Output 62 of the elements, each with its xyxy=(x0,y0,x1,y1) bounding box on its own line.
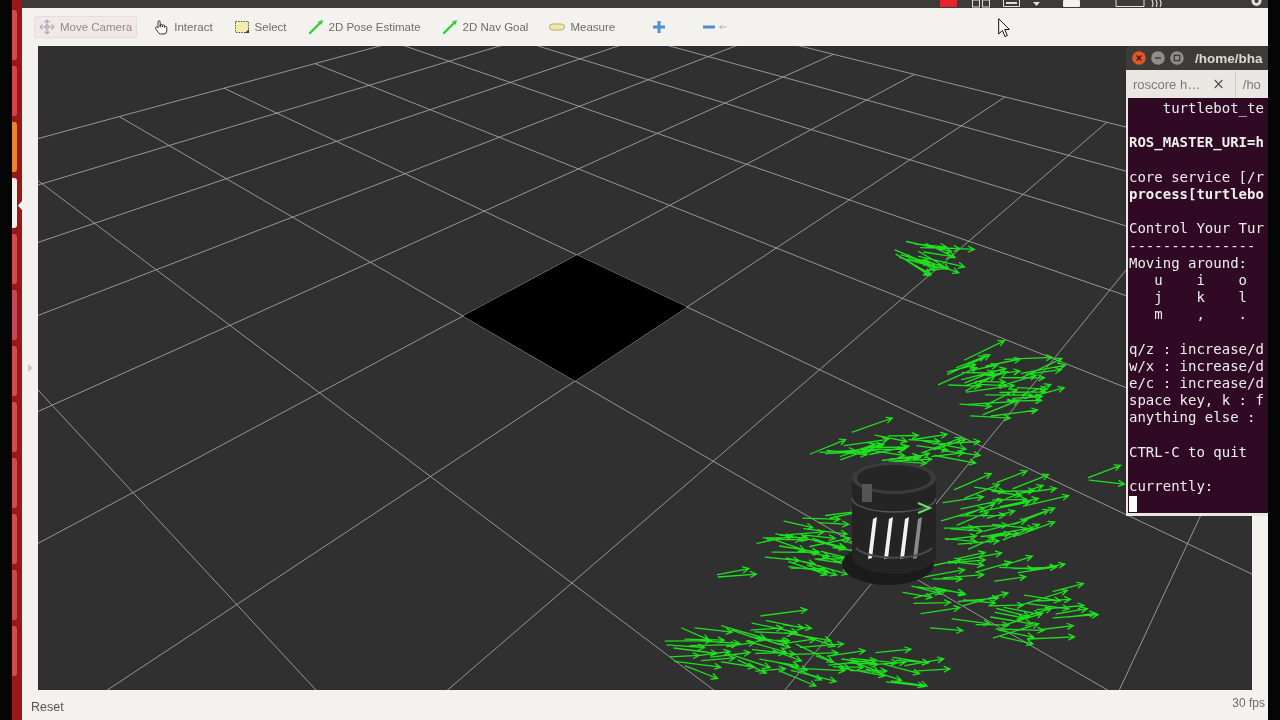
tool-button[interactable]: Measure xyxy=(544,16,621,38)
terminal-line: anything else : xyxy=(1129,409,1256,427)
tool-button[interactable]: Move Camera xyxy=(34,16,138,38)
launcher-tile-icon[interactable] xyxy=(12,346,17,396)
minimize-button[interactable] xyxy=(1151,51,1165,65)
window-title: /home/bha xyxy=(1195,50,1263,66)
maximize-button[interactable] xyxy=(1170,51,1184,65)
window-icon[interactable] xyxy=(972,0,990,8)
terminal-line: currently: xyxy=(1129,478,1214,496)
launcher-tile-icon[interactable] xyxy=(12,458,17,508)
terminal-tab[interactable]: /ho xyxy=(1237,73,1261,95)
selection-rect-icon xyxy=(233,19,250,35)
pointer-icon xyxy=(998,18,1010,38)
launcher-tile-icon[interactable] xyxy=(12,234,17,284)
launcher-tile-icon[interactable] xyxy=(12,514,17,564)
reset-button[interactable]: Reset xyxy=(31,700,64,714)
terminal-line: process[turtlebo xyxy=(1129,185,1264,204)
tile-icon[interactable] xyxy=(1063,0,1080,8)
particle-cluster-drawing xyxy=(1087,464,1126,487)
wifi-icon[interactable] xyxy=(1150,0,1165,8)
launcher-tile-icon[interactable] xyxy=(12,10,17,60)
tool-button[interactable]: 2D Pose Estimate xyxy=(302,16,426,38)
move-arrows-icon xyxy=(39,19,55,35)
terminal-line: w/x : increase/d xyxy=(1129,357,1264,375)
terminal-line: u i o xyxy=(1153,271,1247,290)
launcher-tile-icon[interactable] xyxy=(12,178,17,228)
terminal-tab[interactable]: roscore h… xyxy=(1128,73,1201,95)
terminal-line: ROS_MASTER_URI=h xyxy=(1129,134,1264,152)
tool-button[interactable]: 2D Nav Goal xyxy=(436,16,534,38)
launcher-tile-icon[interactable] xyxy=(12,570,17,620)
gear-icon[interactable] xyxy=(1250,0,1263,8)
terminal-line: m , . xyxy=(1153,306,1247,324)
tool-button[interactable]: Interact xyxy=(148,16,218,38)
launcher-tile-icon[interactable] xyxy=(12,402,17,452)
terminal-line: q/z : increase/d xyxy=(1129,340,1264,358)
terminal-line: Control Your Tur xyxy=(1129,220,1264,238)
small-arrow-icon xyxy=(719,24,728,30)
launcher-tile-icon[interactable] xyxy=(12,290,17,340)
caret-icon[interactable] xyxy=(1033,0,1040,8)
launcher-tile-icon[interactable] xyxy=(12,122,17,172)
slanted-arrow-icon xyxy=(441,19,458,35)
launcher-tile-icon[interactable] xyxy=(12,66,17,116)
terminal-line: j k l xyxy=(1153,289,1247,307)
slanted-arrow-icon xyxy=(307,19,324,35)
fps-label: 30 fps xyxy=(1232,696,1265,710)
square-icon[interactable] xyxy=(940,0,957,8)
battery-icon[interactable] xyxy=(1115,0,1145,8)
launcher-tile-icon[interactable] xyxy=(12,626,17,676)
terminal-line: Moving around: xyxy=(1129,254,1247,272)
terminal-line: turtlebot_te xyxy=(1161,100,1264,118)
terminal-line: space key, k : f xyxy=(1129,392,1264,410)
plus-icon xyxy=(652,20,667,34)
tray-icon[interactable] xyxy=(1003,0,1020,8)
terminal-line: CTRL-C to quit xyxy=(1129,443,1247,461)
tool-button[interactable]: Select xyxy=(228,16,292,38)
hand-icon xyxy=(153,19,170,35)
terminal-line: --------------- xyxy=(1129,237,1256,255)
close-button[interactable] xyxy=(1132,51,1146,65)
terminal-line: e/c : increase/d xyxy=(1129,375,1264,393)
tab-close-button[interactable]: × xyxy=(1210,74,1227,94)
collapse-handle-icon[interactable] xyxy=(27,364,33,372)
terminal-line: core service [/r xyxy=(1129,168,1264,186)
